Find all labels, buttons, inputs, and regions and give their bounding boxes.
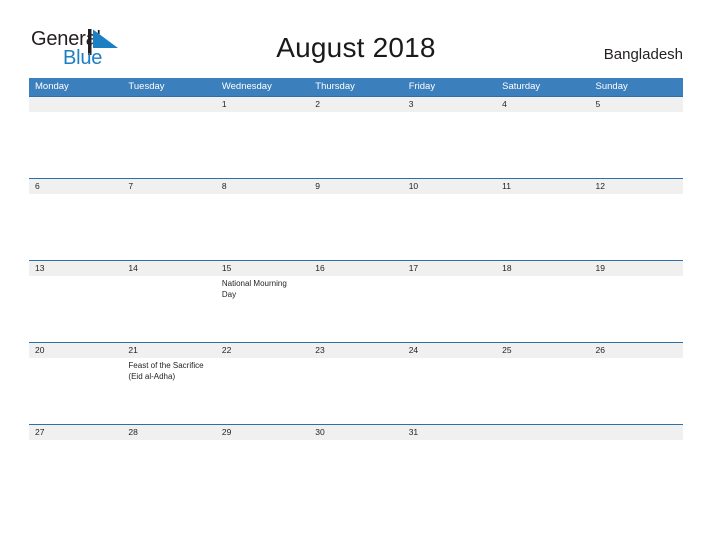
day-event — [590, 358, 683, 424]
day-number[interactable]: 27 — [29, 425, 122, 440]
day-event — [309, 358, 402, 424]
day-number[interactable]: 13 — [29, 261, 122, 276]
day-event — [309, 194, 402, 260]
week-date-band: 13 14 15 16 17 18 19 — [29, 261, 683, 276]
day-event — [403, 194, 496, 260]
day-number[interactable]: 23 — [309, 343, 402, 358]
day-event — [309, 276, 402, 342]
dow-saturday: Saturday — [502, 81, 541, 92]
day-event — [590, 194, 683, 260]
day-event — [590, 440, 683, 506]
day-number[interactable]: 25 — [496, 343, 589, 358]
calendar-week-row: 27 28 29 30 31 — [29, 424, 683, 506]
day-event — [216, 358, 309, 424]
day-number[interactable]: 7 — [122, 179, 215, 194]
day-event — [496, 194, 589, 260]
week-event-band — [29, 112, 683, 178]
day-number[interactable]: 10 — [403, 179, 496, 194]
day-event — [29, 194, 122, 260]
day-event — [29, 440, 122, 506]
day-event — [309, 440, 402, 506]
day-number[interactable]: 16 — [309, 261, 402, 276]
day-event — [122, 276, 215, 342]
day-number[interactable]: 8 — [216, 179, 309, 194]
calendar-grid: Monday Tuesday Wednesday Thursday Friday… — [29, 78, 683, 506]
week-date-band: 27 28 29 30 31 — [29, 425, 683, 440]
calendar-page: General Blue August 2018 Bangladesh Mond… — [0, 0, 712, 550]
country-label: Bangladesh — [603, 46, 683, 63]
day-number[interactable] — [122, 97, 215, 112]
day-number[interactable]: 2 — [309, 97, 402, 112]
day-event — [403, 276, 496, 342]
week-date-band: 20 21 22 23 24 25 26 — [29, 343, 683, 358]
week-date-band: 1 2 3 4 5 — [29, 97, 683, 112]
day-number[interactable]: 30 — [309, 425, 402, 440]
day-number[interactable]: 1 — [216, 97, 309, 112]
day-number[interactable] — [590, 425, 683, 440]
day-event: National Mourning Day — [221, 279, 287, 299]
day-event — [309, 112, 402, 178]
calendar-week-row: 6 7 8 9 10 11 12 — [29, 178, 683, 260]
dow-wednesday: Wednesday — [221, 81, 272, 92]
dow-monday: Monday — [35, 81, 69, 92]
day-event — [216, 440, 309, 506]
day-event — [216, 112, 309, 178]
week-event-band — [29, 194, 683, 260]
day-number[interactable]: 21 — [122, 343, 215, 358]
week-event-band: Feast of the Sacrifice (Eid al-Adha) — [29, 358, 683, 424]
dow-friday: Friday — [408, 81, 436, 92]
day-event — [590, 112, 683, 178]
calendar-week-row: 13 14 15 16 17 18 19 National Mourning D… — [29, 260, 683, 342]
day-of-week-header: Monday Tuesday Wednesday Thursday Friday… — [29, 78, 683, 96]
day-number[interactable]: 31 — [403, 425, 496, 440]
day-event — [29, 276, 122, 342]
dow-sunday: Sunday — [595, 81, 628, 92]
dow-thursday: Thursday — [315, 81, 355, 92]
day-number[interactable]: 19 — [590, 261, 683, 276]
day-number[interactable]: 9 — [309, 179, 402, 194]
day-number[interactable]: 17 — [403, 261, 496, 276]
dow-tuesday: Tuesday — [128, 81, 165, 92]
week-date-band: 6 7 8 9 10 11 12 — [29, 179, 683, 194]
day-event — [122, 440, 215, 506]
day-event — [29, 112, 122, 178]
day-event — [496, 358, 589, 424]
day-event — [29, 358, 122, 424]
page-header: General Blue August 2018 Bangladesh — [0, 0, 712, 76]
day-event — [403, 358, 496, 424]
day-number[interactable]: 14 — [122, 261, 215, 276]
day-number[interactable]: 24 — [403, 343, 496, 358]
day-number[interactable]: 5 — [590, 97, 683, 112]
day-event — [216, 194, 309, 260]
day-event — [403, 112, 496, 178]
day-number[interactable]: 12 — [590, 179, 683, 194]
day-number[interactable]: 3 — [403, 97, 496, 112]
day-number[interactable] — [29, 97, 122, 112]
day-number[interactable]: 29 — [216, 425, 309, 440]
day-number[interactable]: 26 — [590, 343, 683, 358]
day-number[interactable] — [496, 425, 589, 440]
week-event-band — [29, 440, 683, 506]
calendar-week-row: 1 2 3 4 5 — [29, 96, 683, 178]
week-event-band: National Mourning Day — [29, 276, 683, 342]
day-event — [496, 440, 589, 506]
day-event: Feast of the Sacrifice (Eid al-Adha) — [128, 361, 204, 381]
day-event — [496, 112, 589, 178]
day-event — [403, 440, 496, 506]
day-event — [122, 112, 215, 178]
day-number[interactable]: 11 — [496, 179, 589, 194]
day-number[interactable]: 15 — [216, 261, 309, 276]
day-event — [122, 194, 215, 260]
day-number[interactable]: 22 — [216, 343, 309, 358]
calendar-week-row: 20 21 22 23 24 25 26 Feast of the Sacrif… — [29, 342, 683, 424]
day-number[interactable]: 28 — [122, 425, 215, 440]
day-number[interactable]: 20 — [29, 343, 122, 358]
day-event — [590, 276, 683, 342]
day-number[interactable]: 6 — [29, 179, 122, 194]
day-number[interactable]: 4 — [496, 97, 589, 112]
day-number[interactable]: 18 — [496, 261, 589, 276]
day-event — [496, 276, 589, 342]
